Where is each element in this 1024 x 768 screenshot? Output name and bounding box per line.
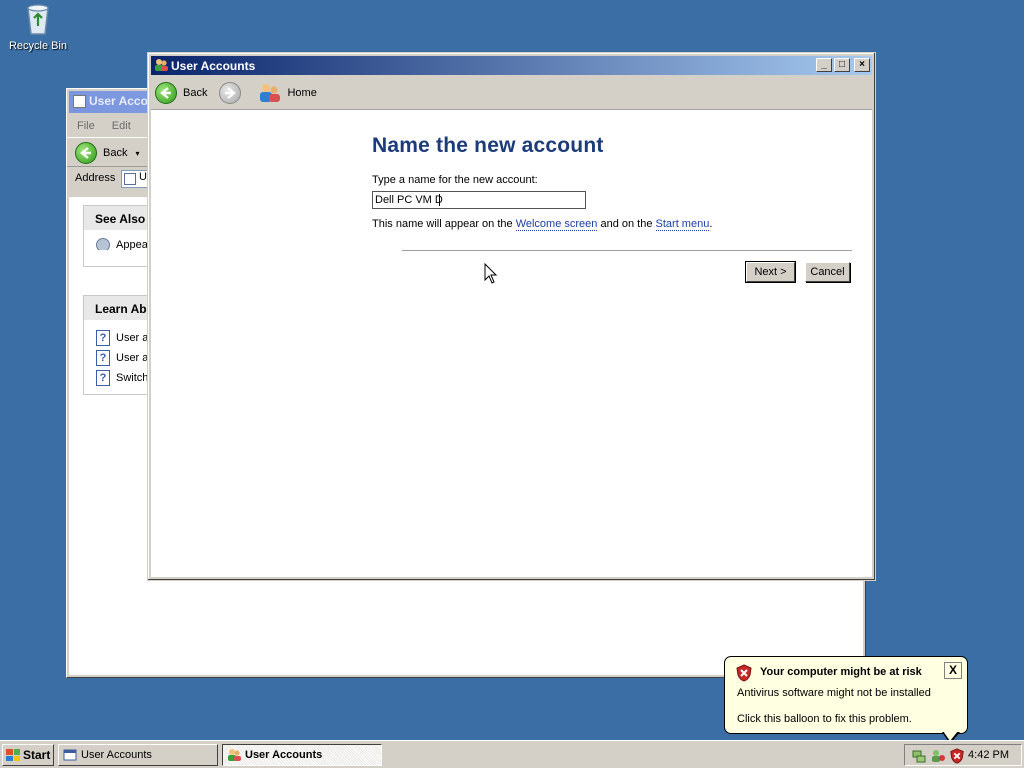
home-label: Home xyxy=(287,87,317,99)
balloon-close-button[interactable]: X xyxy=(944,662,962,679)
close-button[interactable]: × xyxy=(854,58,870,72)
network-icon[interactable] xyxy=(911,748,927,764)
learn-about-item-label: User a xyxy=(116,331,149,344)
background-back-button[interactable]: Back ▾ xyxy=(75,142,139,164)
menu-edit[interactable]: Edit xyxy=(112,120,131,132)
security-alert-balloon[interactable]: Your computer might be at risk Antivirus… xyxy=(724,656,968,734)
address-label: Address xyxy=(75,172,116,184)
start-menu-link[interactable]: Start menu xyxy=(655,218,710,231)
back-label: Back xyxy=(183,87,208,99)
welcome-screen-link[interactable]: Welcome screen xyxy=(515,218,598,231)
back-button[interactable]: Back xyxy=(155,82,207,104)
windows-flag-icon xyxy=(6,749,20,761)
clock[interactable]: 4:42 PM xyxy=(968,749,1009,761)
taskbar-button-user-accounts[interactable]: User Accounts xyxy=(222,744,382,766)
start-button[interactable]: Start xyxy=(2,744,54,766)
back-arrow-icon xyxy=(75,142,97,164)
name-hint: This name will appear on the Welcome scr… xyxy=(372,218,713,231)
account-name-input[interactable] xyxy=(372,191,586,209)
taskbar-button-user-accounts-explorer[interactable]: User Accounts xyxy=(58,744,218,766)
help-icon: ? xyxy=(96,370,110,386)
hint-text-middle: and on the xyxy=(597,218,656,230)
window-icon xyxy=(73,95,86,108)
appearance-icon xyxy=(96,238,110,250)
window-title: User Accounts xyxy=(171,59,256,73)
divider xyxy=(402,250,852,252)
menu-file[interactable]: File xyxy=(77,120,95,132)
mouse-pointer-icon xyxy=(484,263,498,284)
balloon-action-text: Click this balloon to fix this problem. xyxy=(737,713,912,725)
user-accounts-window[interactable]: User Accounts _ □ × Back Home Name the n… xyxy=(147,52,876,581)
folder-icon xyxy=(124,173,136,185)
recycle-bin-label: Recycle Bin xyxy=(8,40,68,52)
recycle-bin-icon xyxy=(22,2,54,36)
balloon-title: Your computer might be at risk xyxy=(760,666,922,678)
taskbar: Start User Accounts User Accounts 4:42 P… xyxy=(0,740,1024,768)
help-icon: ? xyxy=(96,350,110,366)
recycle-bin-desktop-icon[interactable]: Recycle Bin xyxy=(6,2,70,52)
background-back-label: Back xyxy=(103,147,128,159)
wizard-content: Name the new account Type a name for the… xyxy=(151,109,872,577)
system-tray: 4:42 PM xyxy=(904,744,1022,766)
users-tray-icon[interactable] xyxy=(930,748,946,764)
cancel-button[interactable]: Cancel xyxy=(805,262,850,282)
next-button[interactable]: Next > xyxy=(745,261,796,283)
hint-text-prefix: This name will appear on the xyxy=(372,218,516,230)
learn-about-item-label: Switch xyxy=(116,371,149,384)
start-label: Start xyxy=(23,748,51,762)
forward-button[interactable] xyxy=(219,82,247,104)
text-caret xyxy=(439,194,440,206)
security-shield-icon[interactable] xyxy=(949,748,965,764)
window-controls: _ □ × xyxy=(816,58,870,72)
hint-text-suffix: . xyxy=(709,218,713,230)
security-shield-icon xyxy=(736,664,752,682)
minimize-button[interactable]: _ xyxy=(816,58,832,72)
balloon-message: Antivirus software might not be installe… xyxy=(737,687,931,699)
users-home-icon xyxy=(259,83,281,103)
page-title: Name the new account xyxy=(372,134,604,157)
maximize-button[interactable]: □ xyxy=(834,58,850,72)
forward-arrow-icon xyxy=(219,82,242,104)
address-value: U xyxy=(139,171,147,183)
title-bar[interactable]: User Accounts _ □ × xyxy=(151,56,872,75)
back-arrow-icon xyxy=(155,82,177,104)
help-icon: ? xyxy=(96,330,110,346)
name-prompt-label: Type a name for the new account: xyxy=(372,174,538,186)
background-window-title: User Acco xyxy=(89,94,148,108)
chevron-down-icon[interactable]: ▾ xyxy=(135,149,139,158)
user-accounts-icon xyxy=(227,748,241,762)
user-accounts-icon xyxy=(154,58,168,72)
task-label: User Accounts xyxy=(245,749,323,761)
see-also-item-label: Appea xyxy=(116,238,148,250)
navigation-bar: Back Home xyxy=(151,77,872,109)
home-button[interactable]: Home xyxy=(259,83,317,103)
task-label: User Accounts xyxy=(81,749,152,761)
explorer-window-icon xyxy=(63,748,77,762)
learn-about-item-label: User a xyxy=(116,351,149,364)
